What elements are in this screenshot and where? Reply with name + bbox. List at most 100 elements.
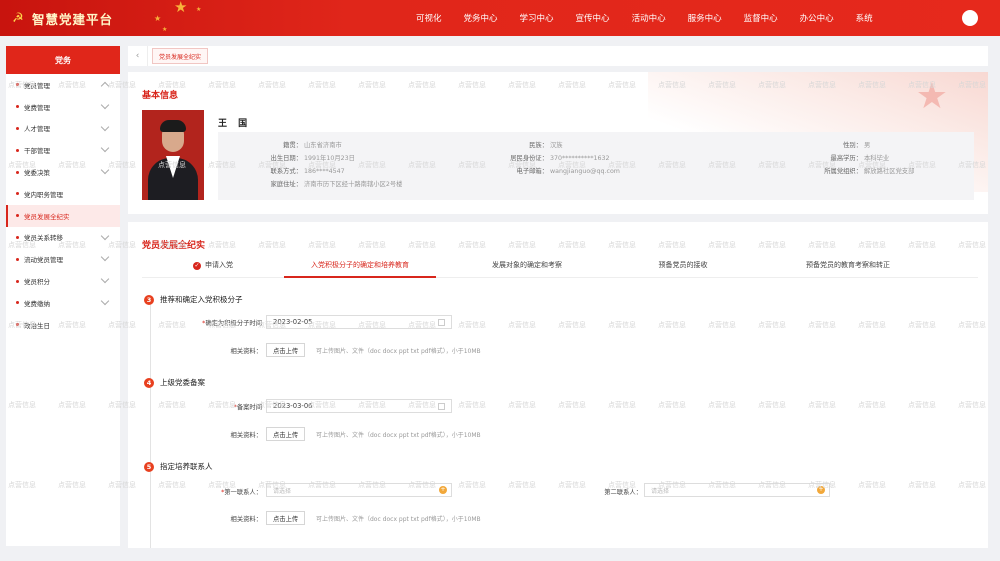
step-activist[interactable]: 入党积极分子的确定和培养教育	[284, 260, 436, 278]
upload-label: 相关资料：	[230, 348, 262, 355]
chevron-down-icon	[100, 122, 110, 131]
top-bar: ☭ 智慧党建平台 ★ ★ ★ ★ 可视化 党务中心 学习中心 宣传中心 活动中心…	[0, 0, 1000, 36]
gender-label: 性别：	[843, 142, 862, 149]
development-record-title: 党员发展全纪实	[142, 241, 206, 251]
org-value: 解放路社区党支部	[864, 168, 915, 175]
filing-date-label: *备案时间	[233, 404, 262, 411]
sidebar-item-political-birthday[interactable]: 政治生日	[6, 314, 120, 336]
bullet-icon	[16, 235, 19, 239]
chevron-down-icon	[100, 274, 110, 284]
nav-office[interactable]: 办公中心	[800, 12, 834, 24]
nav-publicity[interactable]: 宣传中心	[576, 12, 610, 24]
section-title: 5 指定培养联系人	[144, 461, 213, 472]
sidebar: 党务 党员管理 党费管理 人才管理 干部管理 党委决策 党内职务管理 党员发展全…	[6, 46, 120, 546]
native-label: 籍贯：	[283, 142, 302, 149]
nav-activity[interactable]: 活动中心	[632, 12, 666, 24]
sidebar-item-relation-transfer[interactable]: 党员关系转移	[6, 227, 120, 249]
chevron-up-icon	[100, 81, 110, 91]
star-icon: ★	[915, 76, 948, 117]
top-nav: 可视化 党务中心 学习中心 宣传中心 活动中心 服务中心 监督中心 办公中心 系…	[416, 0, 895, 36]
upload-button[interactable]: 点击上传	[266, 343, 306, 357]
timeline-line	[150, 302, 151, 548]
upload-label: 相关资料：	[230, 432, 262, 439]
bullet-icon	[16, 170, 19, 174]
first-contact-label: *第一联系人：	[221, 489, 262, 496]
bullet-icon	[16, 279, 19, 283]
birth-label: 出生日期：	[270, 155, 302, 162]
tab-development-record[interactable]: 党员发展全纪实	[152, 48, 209, 64]
sidebar-item-dues-management[interactable]: 党费管理	[6, 96, 120, 118]
upload-button[interactable]: 点击上传	[266, 427, 306, 441]
step-conversion[interactable]: 预备党员的教育考察和转正	[748, 260, 948, 277]
section-title: 4 上级党委备案	[144, 377, 205, 388]
sidebar-header: 党务	[6, 46, 120, 74]
education-value: 本科毕业	[864, 155, 890, 162]
step-number-badge: 4	[144, 377, 154, 388]
address-value: 济南市历下区经十路南辖小区2号楼	[304, 181, 403, 188]
sidebar-item-cadre-management[interactable]: 干部管理	[6, 139, 120, 161]
step-tabs: ✓ 申请入党 入党积极分子的确定和培养教育 发展对象的确定和考察 预备党员的接收 …	[142, 260, 978, 278]
bullet-icon	[16, 148, 19, 152]
sidebar-item-talent-management[interactable]: 人才管理	[6, 118, 120, 140]
nav-system[interactable]: 系统	[856, 12, 873, 24]
chevron-down-icon	[100, 144, 110, 153]
app-title: 智慧党建平台	[32, 11, 114, 27]
sidebar-item-development-record[interactable]: 党员发展全纪实	[6, 204, 120, 227]
birth-value: 1991年10月23日	[304, 155, 355, 162]
add-icon: +	[817, 486, 825, 494]
sidebar-item-party-post-management[interactable]: 党内职务管理	[6, 183, 120, 205]
check-icon: ✓	[193, 262, 201, 270]
nav-party-affairs[interactable]: 党务中心	[464, 12, 498, 24]
step-probationary[interactable]: 预备党员的接收	[618, 260, 748, 277]
bullet-icon	[16, 192, 19, 196]
calendar-icon	[438, 403, 445, 410]
org-label: 所属党组织：	[824, 168, 862, 175]
upload-button[interactable]: 点击上传	[266, 511, 306, 525]
step-number-badge: 5	[144, 461, 154, 472]
id-value: 370**********1632	[550, 155, 610, 162]
chevron-down-icon	[100, 253, 110, 262]
chevron-down-icon	[100, 296, 110, 306]
member-photo	[142, 110, 204, 200]
bullet-icon	[16, 126, 19, 130]
upload-label: 相关资料：	[230, 516, 262, 523]
filing-date-input[interactable]: 2023-03-06	[266, 399, 452, 413]
info-panel: 籍贯： 山东省济南市 出生日期： 1991年10月23日 联系方式： 186****4…	[218, 132, 974, 200]
chevron-down-icon	[100, 100, 110, 110]
calendar-icon	[438, 319, 445, 326]
step-candidate[interactable]: 发展对象的确定和考察	[436, 260, 618, 277]
first-contact-select[interactable]: 请选择 +	[266, 483, 452, 497]
member-name: 王 国	[218, 119, 252, 129]
upload-hint: 可上传图片、文件（doc docx ppt txt pdf格式），小于10MB	[316, 348, 481, 355]
sidebar-item-mobile-member[interactable]: 流动党员管理	[6, 248, 120, 270]
user-avatar[interactable]	[962, 10, 978, 26]
email-label: 电子邮箱：	[516, 168, 548, 175]
back-icon[interactable]: ‹	[128, 46, 148, 66]
add-icon: +	[439, 486, 447, 494]
activist-date-input[interactable]: 2023-02-05	[266, 315, 452, 329]
bullet-icon	[16, 257, 19, 261]
second-contact-label: 第二联系人：	[604, 489, 642, 496]
ethnic-label: 民族：	[529, 142, 548, 149]
nav-service[interactable]: 服务中心	[688, 12, 722, 24]
step-number-badge: 3	[144, 294, 154, 305]
section-title: 3 推荐和确定入党积极分子	[144, 294, 243, 305]
bullet-icon	[16, 301, 19, 305]
bullet-icon	[16, 83, 19, 87]
bullet-icon	[16, 214, 19, 218]
sidebar-item-committee-decision[interactable]: 党委决策	[6, 161, 120, 183]
sidebar-item-member-points[interactable]: 党员积分	[6, 270, 120, 292]
sidebar-item-member-management[interactable]: 党员管理	[6, 74, 120, 96]
development-record-card: 党员发展全纪实 ✓ 申请入党 入党积极分子的确定和培养教育 发展对象的确定和考察 …	[128, 222, 988, 548]
basic-info-title: 基本信息	[142, 91, 179, 101]
nav-learning[interactable]: 学习中心	[520, 12, 554, 24]
second-contact-select[interactable]: 请选择 +	[644, 483, 830, 497]
nav-supervision[interactable]: 监督中心	[744, 12, 778, 24]
chevron-down-icon	[100, 165, 110, 175]
step-apply[interactable]: ✓ 申请入党	[142, 260, 284, 277]
ethnic-value: 汉族	[550, 142, 563, 149]
sidebar-item-dues-payment[interactable]: 党费缴纳	[6, 292, 120, 314]
upload-hint: 可上传图片、文件（doc docx ppt txt pdf格式），小于10MB	[316, 432, 481, 439]
phone-label: 联系方式：	[270, 168, 302, 175]
nav-visualization[interactable]: 可视化	[416, 12, 442, 24]
